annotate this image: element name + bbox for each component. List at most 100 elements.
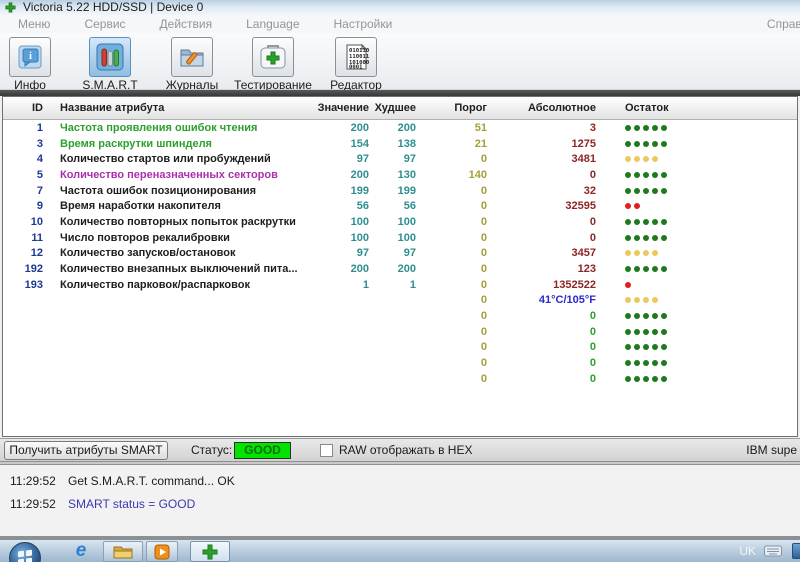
table-row[interactable]: 193Количество парковок/распарковок110135…	[3, 277, 797, 293]
smart-table-panel: ID Название атрибута Значение Худшее Пор…	[2, 96, 798, 437]
internet-explorer-icon[interactable]: e	[70, 541, 92, 561]
cell-threshold: 0	[416, 185, 487, 197]
table-row[interactable]: 1Частота проявления ошибок чтения2002005…	[3, 120, 797, 136]
health-dot	[634, 172, 640, 178]
column-header-threshold[interactable]: Порог	[416, 102, 487, 114]
menu-item-help[interactable]: Справка	[767, 17, 800, 31]
table-row[interactable]: 00	[3, 308, 797, 324]
health-dot	[634, 344, 640, 350]
table-row[interactable]: 3Время раскрутки шпинделя154138211275	[3, 136, 797, 152]
health-dot	[661, 344, 667, 350]
table-row[interactable]: 00	[3, 371, 797, 387]
raw-hex-checkbox[interactable]	[320, 444, 333, 457]
menu-item-4[interactable]: Language	[246, 17, 299, 31]
cell-health-dots	[596, 141, 797, 147]
column-header-id[interactable]: ID	[3, 102, 47, 114]
table-row[interactable]: 10Количество повторных попыток раскрутки…	[3, 214, 797, 230]
toolbar-button-editor[interactable]: 010110 110011 101000 0001 Редактор	[301, 37, 411, 92]
health-dot	[625, 156, 631, 162]
table-row[interactable]: 12Количество запусков/остановок979703457	[3, 246, 797, 262]
cell-id: 5	[3, 169, 47, 181]
health-dot	[634, 219, 640, 225]
health-dot	[625, 250, 631, 256]
start-button[interactable]	[9, 542, 41, 562]
cell-id: 3	[3, 138, 47, 150]
cell-absolute: 41°C/105°F	[487, 294, 596, 306]
health-dot	[661, 141, 667, 147]
table-row[interactable]: 00	[3, 340, 797, 356]
cell-value: 200	[311, 169, 369, 181]
keyboard-icon[interactable]	[764, 545, 782, 557]
tray-app-icon[interactable]	[792, 543, 800, 559]
journals-iconbox	[171, 37, 213, 77]
victoria-taskbar-button[interactable]	[190, 541, 230, 562]
status-label: Статус:	[191, 443, 232, 457]
cell-absolute: 1352522	[487, 279, 596, 291]
log-entry: 11:29:52SMART status = GOOD	[0, 497, 800, 511]
menu-item-1[interactable]: Меню	[18, 17, 50, 31]
table-row[interactable]: 041°C/105°F	[3, 293, 797, 309]
media-player-taskbar-button[interactable]	[146, 541, 178, 562]
health-dot	[652, 344, 658, 350]
cell-health-dots	[596, 235, 797, 241]
log-entry: 11:29:52Get S.M.A.R.T. command... OK	[0, 474, 800, 488]
health-dot	[652, 188, 658, 194]
cell-health-dots	[596, 172, 797, 178]
table-row[interactable]: 4Количество стартов или пробуждений97970…	[3, 151, 797, 167]
taskbar: e UK	[0, 539, 800, 562]
health-dot	[634, 376, 640, 382]
health-dot	[634, 203, 640, 209]
column-header-worst[interactable]: Худшее	[369, 102, 416, 114]
table-row[interactable]: 9Время наработки накопителя5656032595	[3, 198, 797, 214]
cell-absolute: 32	[487, 185, 596, 197]
health-dot	[652, 329, 658, 335]
health-dot	[643, 156, 649, 162]
testing-icon	[258, 42, 288, 72]
cell-threshold: 21	[416, 138, 487, 150]
health-dot	[625, 125, 631, 131]
menu-item-3[interactable]: Действия	[160, 17, 213, 31]
explorer-taskbar-button[interactable]	[103, 541, 143, 562]
menu-item-5[interactable]: Настройки	[334, 17, 393, 31]
journals-icon	[177, 43, 207, 71]
cell-health-dots	[596, 219, 797, 225]
column-header-name[interactable]: Название атрибута	[47, 102, 311, 114]
language-indicator[interactable]: UK	[739, 544, 756, 558]
cell-threshold: 140	[416, 169, 487, 181]
column-header-absolute[interactable]: Абсолютное	[487, 102, 596, 114]
health-dot	[634, 235, 640, 241]
cell-value: 97	[311, 153, 369, 165]
get-smart-attributes-button[interactable]: Получить атрибуты SMART	[4, 441, 168, 460]
column-header-health[interactable]: Остаток	[596, 102, 797, 114]
health-dot	[643, 188, 649, 194]
cell-id: 4	[3, 153, 47, 165]
cell-health-dots	[596, 376, 797, 382]
cell-value: 154	[311, 138, 369, 150]
health-dot	[634, 360, 640, 366]
health-dot	[643, 360, 649, 366]
window-title: Victoria 5.22 HDD/SSD | Device 0	[23, 0, 203, 15]
cell-attribute-name: Количество повторных попыток раскрутки	[47, 216, 311, 228]
cell-id: 7	[3, 185, 47, 197]
cell-worst: 100	[369, 216, 416, 228]
smart-iconbox	[89, 37, 131, 77]
menu-item-2[interactable]: Сервис	[84, 17, 125, 31]
health-dot	[652, 172, 658, 178]
column-header-value[interactable]: Значение	[311, 102, 369, 114]
health-dot	[652, 156, 658, 162]
table-row[interactable]: 7Частота ошибок позиционирования19919903…	[3, 183, 797, 199]
table-row[interactable]: 11Число повторов рекалибровки10010000	[3, 230, 797, 246]
table-row[interactable]: 00	[3, 324, 797, 340]
health-dot	[652, 219, 658, 225]
health-dot	[652, 141, 658, 147]
table-row[interactable]: 5Количество переназначенных секторов2001…	[3, 167, 797, 183]
table-row[interactable]: 192Количество внезапных выключений пита.…	[3, 261, 797, 277]
cell-absolute: 0	[487, 326, 596, 338]
cell-absolute: 0	[487, 357, 596, 369]
health-dot	[625, 360, 631, 366]
app-cross-icon[interactable]	[5, 2, 16, 13]
cell-threshold: 0	[416, 373, 487, 385]
table-row[interactable]: 00	[3, 355, 797, 371]
health-dot	[625, 376, 631, 382]
health-dot	[643, 344, 649, 350]
